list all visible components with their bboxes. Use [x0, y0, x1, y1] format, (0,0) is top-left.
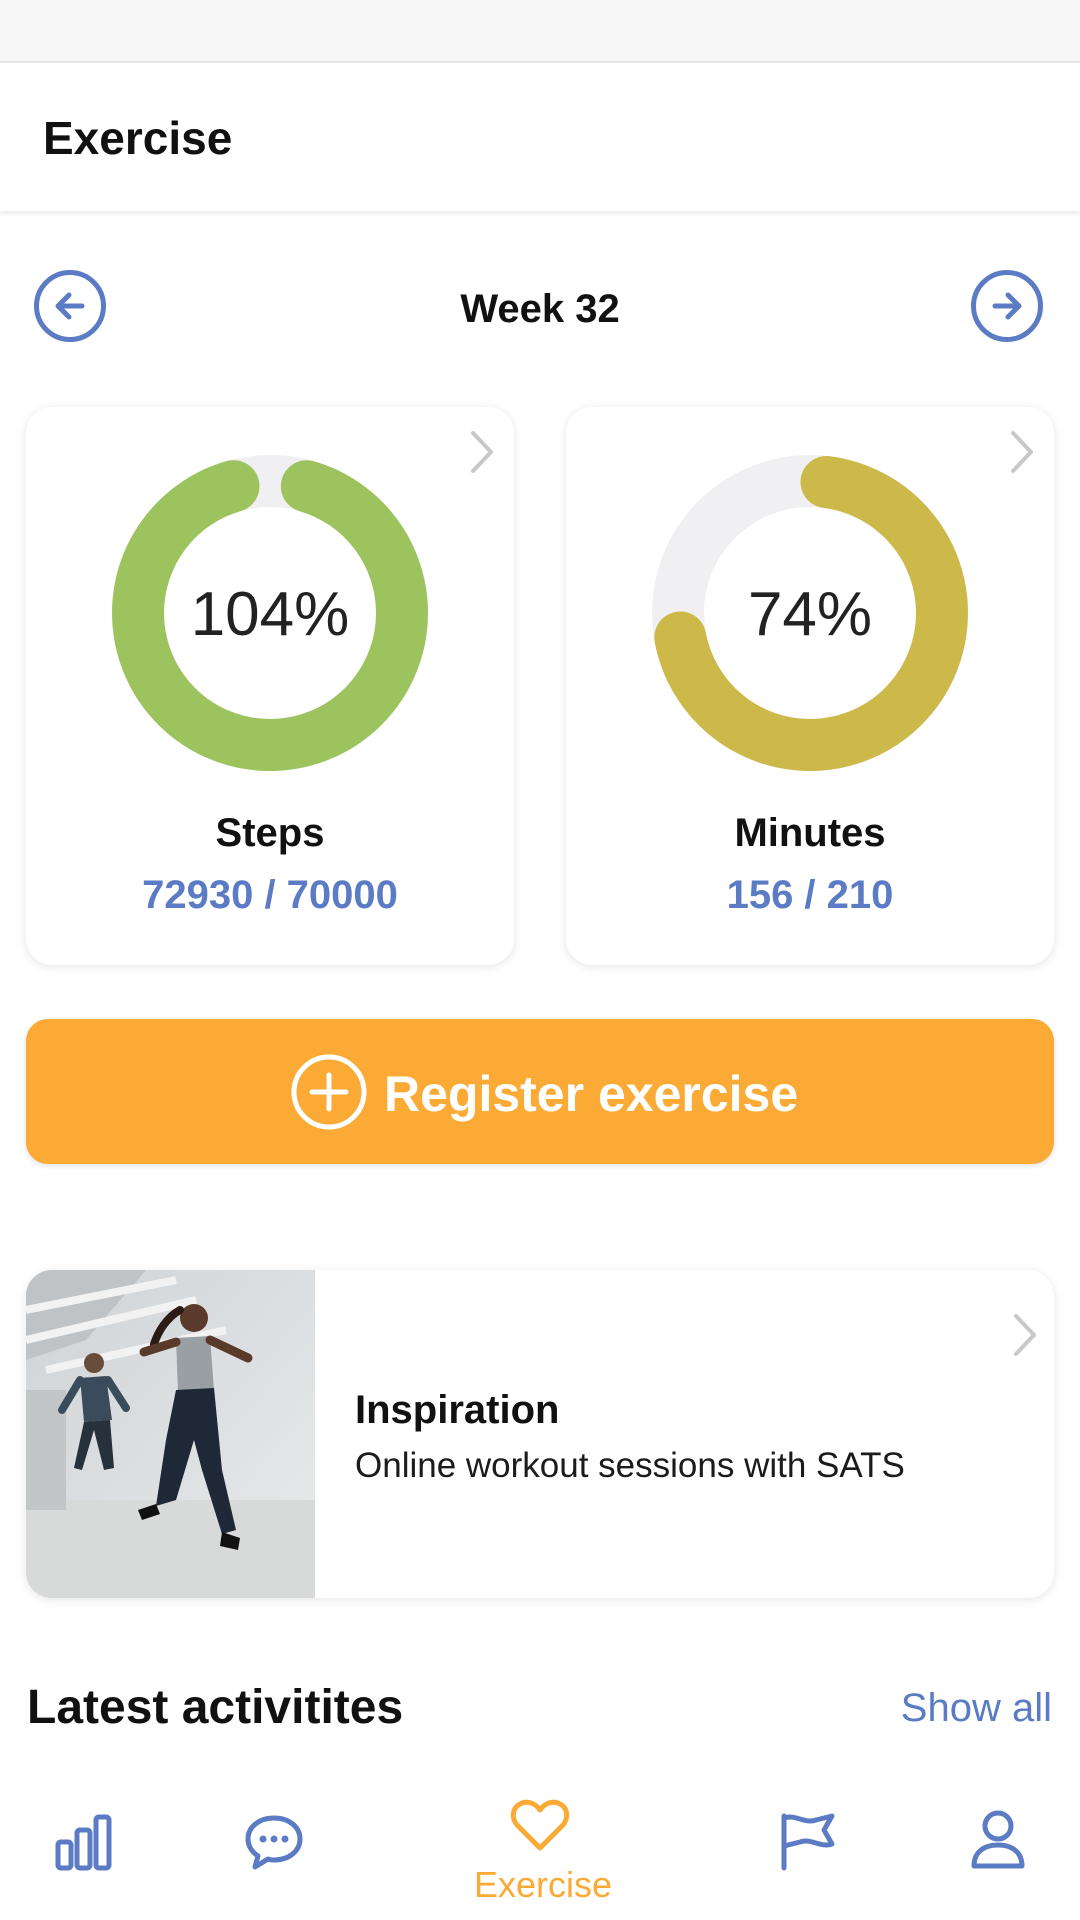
tab-goals[interactable]: [778, 1810, 838, 1877]
tab-profile[interactable]: [968, 1808, 1028, 1875]
steps-value: 72930 / 70000: [142, 873, 398, 917]
bottom-navigation: Exercise: [0, 1762, 1080, 1920]
flag-icon: [781, 1813, 835, 1871]
tab-statistics[interactable]: [54, 1812, 114, 1877]
inspiration-card[interactable]: Inspiration Online workout sessions with…: [26, 1270, 1054, 1598]
app-header: Exercise: [0, 63, 1080, 211]
arrow-right-icon: [992, 292, 1022, 320]
tab-exercise-label: Exercise: [474, 1864, 613, 1905]
steps-percent: 104%: [190, 580, 350, 649]
bar-chart-icon: [55, 1814, 112, 1871]
minutes-card[interactable]: 74% Minutes 156 / 210: [566, 407, 1054, 965]
minutes-percent: 74%: [747, 580, 873, 649]
week-label: Week 32: [460, 287, 620, 331]
next-week-button[interactable]: [971, 270, 1043, 342]
week-navigator: Week 32: [0, 265, 1080, 355]
register-exercise-button[interactable]: Register exercise: [26, 1019, 1054, 1164]
chevron-right-icon: [471, 431, 493, 473]
steps-label: Steps: [215, 811, 325, 855]
inspiration-title: Inspiration: [355, 1388, 560, 1432]
plus-circle-icon: [291, 1054, 367, 1130]
tab-messages[interactable]: [244, 1812, 304, 1877]
steps-card[interactable]: 104% Steps 72930 / 70000: [26, 407, 514, 965]
minutes-label: Minutes: [734, 811, 886, 855]
chevron-right-icon: [1014, 1314, 1036, 1356]
tab-exercise[interactable]: Exercise: [474, 1798, 612, 1908]
workout-photo: [26, 1270, 315, 1598]
chevron-right-icon: [1011, 431, 1033, 473]
register-exercise-label: Register exercise: [384, 1066, 799, 1122]
status-bar: [0, 0, 1080, 63]
chat-icon: [245, 1815, 303, 1870]
person-icon: [971, 1810, 1025, 1869]
heart-icon: [510, 1799, 570, 1851]
inspiration-subtitle: Online workout sessions with SATS: [355, 1446, 905, 1485]
show-all-link[interactable]: Show all: [901, 1686, 1052, 1731]
page-title: Exercise: [43, 112, 233, 164]
latest-activities-heading: Latest activitites: [27, 1681, 404, 1734]
minutes-value: 156 / 210: [726, 873, 894, 917]
